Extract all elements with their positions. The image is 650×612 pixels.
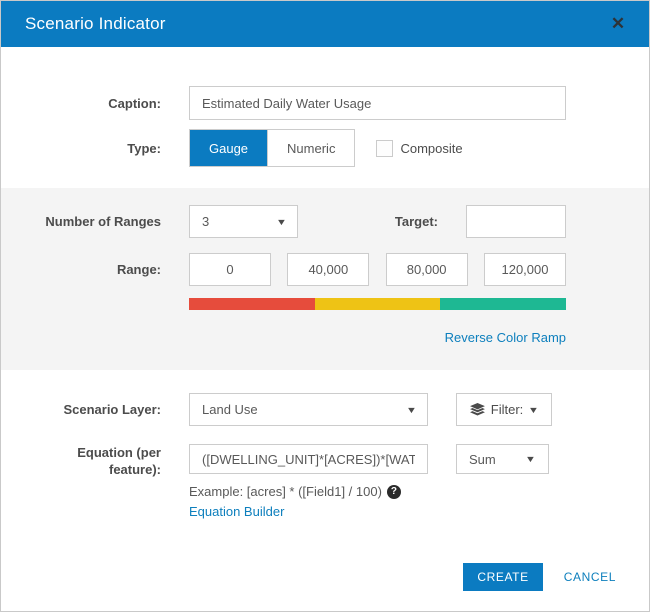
chevron-down-icon: ▼ [528, 404, 540, 415]
filter-dropdown[interactable]: Filter: ▼ [456, 393, 552, 426]
aggregation-select[interactable]: Sum ▼ [456, 444, 549, 474]
range-input-4[interactable] [483, 253, 566, 286]
scenario-layer-label: Scenario Layer: [63, 402, 161, 417]
number-of-ranges-select[interactable]: 3 ▼ [189, 205, 298, 238]
color-ramp [189, 298, 567, 310]
range-row: Range: [1, 253, 649, 286]
type-toggle-group: Gauge Numeric [189, 129, 356, 167]
number-of-ranges-label: Number of Ranges [45, 214, 161, 229]
cancel-button[interactable]: CANCEL [564, 570, 616, 584]
chevron-down-icon: ▼ [275, 216, 288, 227]
scenario-layer-value: Land Use [202, 402, 258, 417]
composite-label: Composite [400, 140, 463, 156]
chevron-down-icon: ▼ [524, 454, 537, 464]
equation-label: Equation (per feature): [77, 445, 161, 477]
reverse-ramp-row: Reverse Color Ramp [1, 329, 649, 347]
composite-checkbox[interactable] [376, 139, 394, 157]
layers-icon [469, 403, 485, 416]
dialog-header: Scenario Indicator ✕ [1, 1, 649, 47]
target-input[interactable] [466, 205, 566, 238]
close-icon[interactable]: ✕ [605, 11, 631, 37]
type-numeric-button[interactable]: Numeric [267, 130, 355, 166]
type-gauge-button[interactable]: Gauge [190, 130, 268, 166]
number-of-ranges-row: Number of Ranges 3 ▼ Target: [1, 205, 649, 238]
range-input-1[interactable] [189, 253, 271, 286]
dialog-footer: CREATE CANCEL [463, 563, 616, 591]
equation-example: Example: [acres] * ([Field1] / 100) ? [189, 484, 649, 499]
range-input-2[interactable] [287, 253, 370, 286]
equation-row: Equation (per feature): Sum ▼ [1, 444, 649, 478]
type-label: Type: [127, 140, 161, 156]
target-label: Target: [394, 214, 438, 229]
composite-option: Composite [376, 139, 463, 157]
ramp-segment-red [189, 298, 315, 310]
range-label: Range: [116, 262, 161, 277]
ranges-section: Number of Ranges 3 ▼ Target: Range: 0 40… [1, 188, 649, 370]
color-ramp-row [1, 298, 649, 310]
chevron-down-icon: ▼ [405, 404, 418, 415]
equation-builder-link[interactable]: Equation Builder [189, 504, 284, 519]
help-icon[interactable]: ? [386, 484, 401, 499]
scenario-layer-row: Scenario Layer: Land Use ▼ Filter: ▼ [1, 393, 649, 426]
scenario-layer-select[interactable]: Land Use ▼ [189, 393, 428, 426]
number-of-ranges-value: 3 [202, 214, 210, 229]
filter-label: Filter: [490, 402, 524, 417]
ramp-segment-yellow [314, 298, 441, 310]
caption-row: Caption: [1, 86, 649, 120]
equation-input[interactable] [189, 444, 428, 474]
caption-label: Caption: [108, 95, 161, 111]
reverse-color-ramp-link[interactable]: Reverse Color Ramp [445, 330, 566, 345]
range-input-3[interactable] [385, 253, 468, 286]
aggregation-value: Sum [469, 451, 496, 467]
create-button[interactable]: CREATE [463, 563, 543, 591]
dialog-title: Scenario Indicator [25, 14, 166, 33]
type-row: Type: Gauge Numeric Composite [1, 129, 649, 167]
ramp-segment-green [440, 298, 567, 310]
caption-input[interactable] [189, 86, 566, 120]
scenario-indicator-dialog: Scenario Indicator ✕ Caption: Type: Gaug… [0, 0, 650, 612]
